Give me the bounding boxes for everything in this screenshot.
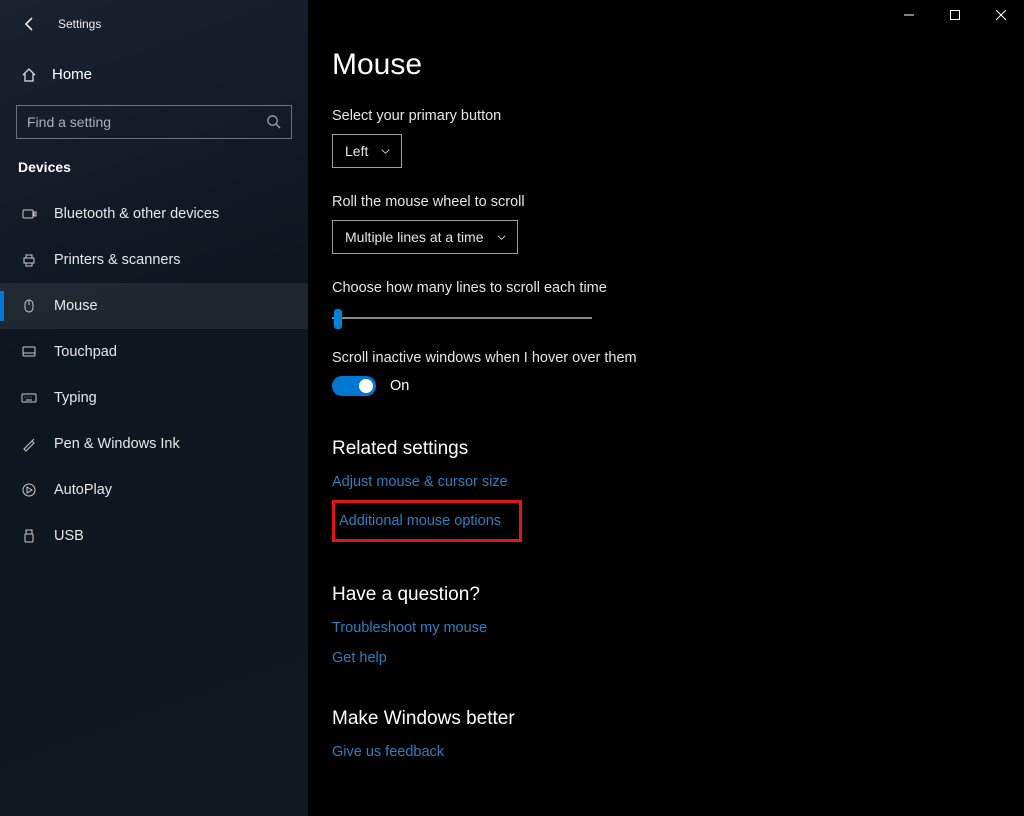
link-give-feedback[interactable]: Give us feedback xyxy=(332,744,1024,760)
maximize-icon xyxy=(950,10,960,20)
sidebar-item-label: Touchpad xyxy=(54,344,117,360)
search-icon xyxy=(266,114,281,129)
sidebar-section-header: Devices xyxy=(0,139,308,185)
home-label: Home xyxy=(52,66,92,83)
keyboard-icon xyxy=(20,390,38,406)
sidebar-item-autoplay[interactable]: AutoPlay xyxy=(0,467,308,513)
link-troubleshoot-mouse[interactable]: Troubleshoot my mouse xyxy=(332,620,1024,636)
sidebar-item-label: Typing xyxy=(54,390,97,406)
sidebar-item-label: Mouse xyxy=(54,298,98,314)
sidebar-item-mouse[interactable]: Mouse xyxy=(0,283,308,329)
mouse-icon xyxy=(20,298,38,314)
primary-button-label: Select your primary button xyxy=(332,108,1024,124)
search-input-wrap[interactable] xyxy=(16,105,292,139)
chevron-down-icon xyxy=(496,232,507,243)
wheel-scroll-value: Multiple lines at a time xyxy=(345,229,484,245)
sidebar-item-touchpad[interactable]: Touchpad xyxy=(0,329,308,375)
back-button[interactable] xyxy=(20,14,40,34)
hover-scroll-toggle[interactable] xyxy=(332,376,376,396)
primary-button-dropdown[interactable]: Left xyxy=(332,134,402,168)
autoplay-icon xyxy=(20,482,38,498)
search-input[interactable] xyxy=(27,114,257,130)
link-adjust-mouse-cursor-size[interactable]: Adjust mouse & cursor size xyxy=(332,474,1024,490)
lines-scroll-label: Choose how many lines to scroll each tim… xyxy=(332,280,1024,296)
hover-scroll-state: On xyxy=(390,378,409,394)
hover-scroll-label: Scroll inactive windows when I hover ove… xyxy=(332,350,1024,366)
wheel-scroll-label: Roll the mouse wheel to scroll xyxy=(332,194,1024,210)
close-button[interactable] xyxy=(978,0,1024,30)
arrow-left-icon xyxy=(22,16,38,32)
sidebar-nav: Bluetooth & other devices Printers & sca… xyxy=(0,191,308,559)
sidebar-item-printers[interactable]: Printers & scanners xyxy=(0,237,308,283)
chevron-down-icon xyxy=(380,146,391,157)
make-windows-better-header: Make Windows better xyxy=(332,708,1024,730)
sidebar-item-label: Pen & Windows Ink xyxy=(54,436,180,452)
maximize-button[interactable] xyxy=(932,0,978,30)
sidebar-home[interactable]: Home xyxy=(0,54,308,95)
sidebar: Settings Home Devices Bluetooth & other … xyxy=(0,0,308,816)
link-additional-mouse-options[interactable]: Additional mouse options xyxy=(332,500,522,542)
minimize-icon xyxy=(904,10,914,20)
sidebar-item-bluetooth[interactable]: Bluetooth & other devices xyxy=(0,191,308,237)
lines-scroll-slider[interactable] xyxy=(332,306,592,330)
home-icon xyxy=(20,67,38,83)
link-get-help[interactable]: Get help xyxy=(332,650,1024,666)
slider-track-line xyxy=(332,317,592,319)
usb-icon xyxy=(20,528,38,544)
minimize-button[interactable] xyxy=(886,0,932,30)
sidebar-item-pen[interactable]: Pen & Windows Ink xyxy=(0,421,308,467)
content-panel: Mouse Select your primary button Left Ro… xyxy=(308,0,1024,816)
close-icon xyxy=(996,10,1006,20)
slider-thumb[interactable] xyxy=(334,309,342,329)
sidebar-item-label: USB xyxy=(54,528,84,544)
pen-icon xyxy=(20,436,38,452)
sidebar-item-typing[interactable]: Typing xyxy=(0,375,308,421)
printer-icon xyxy=(20,252,38,268)
sidebar-item-label: AutoPlay xyxy=(54,482,112,498)
related-settings-header: Related settings xyxy=(332,438,1024,460)
have-question-header: Have a question? xyxy=(332,584,1024,606)
toggle-knob xyxy=(359,379,373,393)
wheel-scroll-dropdown[interactable]: Multiple lines at a time xyxy=(332,220,518,254)
device-icon xyxy=(20,206,38,222)
touchpad-icon xyxy=(20,344,38,360)
window-title: Settings xyxy=(58,17,101,31)
sidebar-item-label: Bluetooth & other devices xyxy=(54,206,219,222)
sidebar-item-usb[interactable]: USB xyxy=(0,513,308,559)
window-controls xyxy=(886,0,1024,30)
sidebar-item-label: Printers & scanners xyxy=(54,252,181,268)
primary-button-value: Left xyxy=(345,143,368,159)
